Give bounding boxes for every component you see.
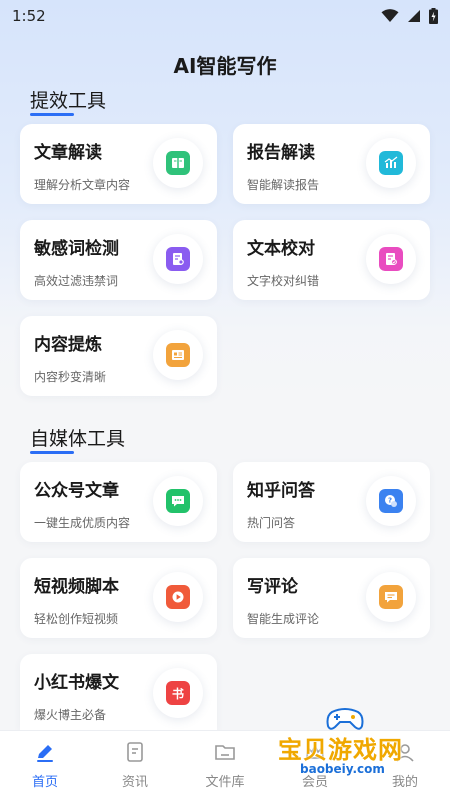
card-title: 公众号文章	[34, 481, 119, 501]
section-title-self-media: 自媒体工具	[30, 424, 126, 454]
card-title: 敏感词检测	[34, 239, 119, 259]
book-icon	[166, 151, 190, 175]
play-icon	[166, 585, 190, 609]
card-subtitle: 热门问答	[247, 516, 296, 530]
tab-label: 文件库	[205, 775, 245, 790]
book-badge-icon: 书	[166, 681, 190, 705]
card-subtitle: 爆火博主必备	[34, 708, 107, 722]
section-title-text: 自媒体工具	[30, 428, 126, 450]
card-official-account-article[interactable]: 公众号文章 一键生成优质内容	[20, 462, 217, 542]
tab-label: 资讯	[121, 775, 148, 790]
pen-icon	[37, 745, 53, 762]
chart-icon	[379, 151, 403, 175]
tab-home[interactable]: 首页	[0, 731, 90, 800]
question-bubble-icon: ?	[379, 489, 403, 513]
card-subtitle: 理解分析文章内容	[34, 178, 131, 192]
card-subtitle: 内容秒变清晰	[34, 370, 107, 384]
section-title-efficiency: 提效工具	[30, 86, 107, 116]
status-icons	[381, 8, 438, 24]
card-zhihu-qa[interactable]: 知乎问答 热门问答 ?	[233, 462, 430, 542]
comment-icon	[379, 585, 403, 609]
news-icon	[127, 742, 143, 762]
card-text-proofreading[interactable]: 文本校对 文字校对纠错	[233, 220, 430, 300]
id-card-icon	[166, 343, 190, 367]
card-title: 文本校对	[247, 239, 315, 259]
card-xiaohongshu-viral[interactable]: 小红书爆文 爆火博主必备 书	[20, 654, 217, 730]
card-write-comment[interactable]: 写评论 智能生成评论	[233, 558, 430, 638]
status-bar: 1:52	[0, 0, 450, 32]
card-title: 文章解读	[34, 143, 102, 163]
tab-file-library[interactable]: 文件库	[180, 731, 270, 800]
card-short-video-script[interactable]: 短视频脚本 轻松创作短视频	[20, 558, 217, 638]
gamepad-icon	[326, 708, 364, 730]
card-subtitle: 高效过滤违禁词	[34, 274, 119, 288]
tab-label: 首页	[31, 775, 58, 790]
signal-icon	[408, 10, 420, 22]
card-title: 写评论	[247, 577, 298, 597]
folder-icon	[215, 745, 235, 760]
card-icon-circle	[153, 330, 203, 380]
section-title-underline	[30, 113, 74, 116]
card-icon-circle: ?	[366, 476, 416, 526]
card-title: 小红书爆文	[34, 673, 119, 693]
section-title-underline	[30, 451, 74, 454]
card-content-extraction[interactable]: 内容提炼 内容秒变清晰	[20, 316, 217, 396]
status-time: 1:52	[12, 7, 46, 25]
wifi-icon	[381, 9, 399, 22]
card-title: 知乎问答	[247, 481, 315, 501]
tab-news[interactable]: 资讯	[90, 731, 180, 800]
watermark: 宝贝游戏网 baobeiy.com	[278, 708, 418, 782]
card-icon-circle	[366, 572, 416, 622]
card-icon-circle	[153, 234, 203, 284]
card-icon-circle: 书	[153, 668, 203, 718]
card-title: 报告解读	[247, 143, 315, 163]
card-subtitle: 智能生成评论	[247, 612, 320, 626]
watermark-url: baobeiy.com	[300, 762, 385, 776]
chat-bubble-icon	[166, 489, 190, 513]
svg-text:?: ?	[388, 496, 392, 504]
card-report-interpretation[interactable]: 报告解读 智能解读报告	[233, 124, 430, 204]
card-subtitle: 轻松创作短视频	[34, 612, 119, 626]
watermark-text: 宝贝游戏网	[278, 736, 403, 764]
section-title-text: 提效工具	[30, 90, 107, 112]
card-subtitle: 智能解读报告	[247, 178, 320, 192]
card-icon-circle	[153, 572, 203, 622]
document-check-icon	[379, 247, 403, 271]
page-title: AI智能写作	[173, 54, 277, 78]
battery-icon	[429, 8, 438, 24]
card-subtitle: 一键生成优质内容	[34, 516, 131, 530]
card-icon-circle	[366, 138, 416, 188]
document-search-icon	[166, 247, 190, 271]
card-title: 内容提炼	[34, 335, 102, 355]
card-title: 短视频脚本	[34, 577, 119, 597]
card-subtitle: 文字校对纠错	[247, 274, 320, 288]
card-icon-circle	[153, 138, 203, 188]
card-sensitive-word-detection[interactable]: 敏感词检测 高效过滤违禁词	[20, 220, 217, 300]
card-icon-circle	[153, 476, 203, 526]
card-icon-circle	[366, 234, 416, 284]
card-article-interpretation[interactable]: 文章解读 理解分析文章内容	[20, 124, 217, 204]
